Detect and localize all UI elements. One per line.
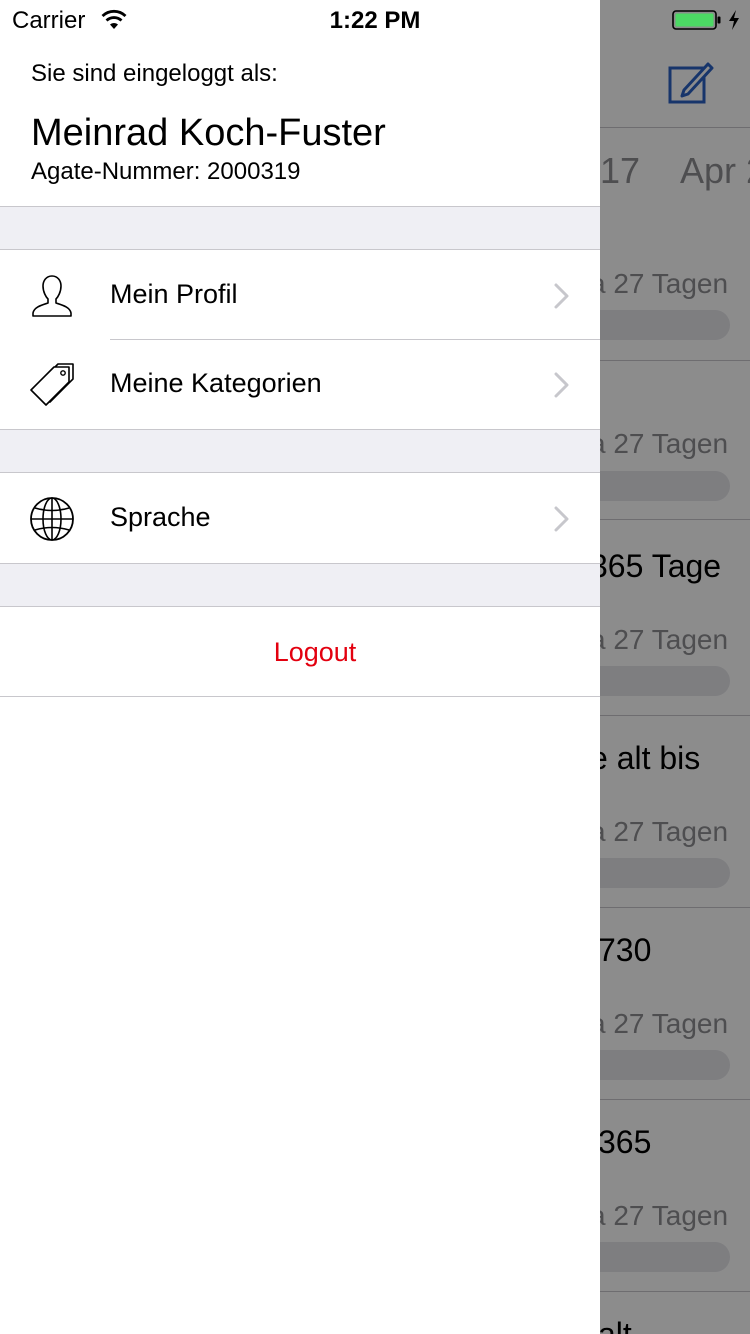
menu-item-categories[interactable]: Meine Kategorien	[0, 340, 600, 429]
logout-button[interactable]: Logout	[0, 607, 600, 697]
agate-number: Agate-Nummer: 2000319	[31, 158, 301, 185]
menu-item-profile[interactable]: Mein Profil	[0, 251, 600, 340]
menu-item-label: Mein Profil	[110, 279, 238, 309]
menu-item-label: Meine Kategorien	[110, 368, 322, 398]
person-icon	[32, 275, 72, 317]
menu-item-language[interactable]: Sprache	[0, 474, 600, 563]
section-separator	[0, 563, 600, 607]
logout-label: Logout	[273, 637, 357, 667]
chevron-right-icon	[554, 283, 569, 309]
tags-icon	[30, 363, 74, 406]
status-time: 1:22 PM	[329, 7, 421, 34]
menu-item-label: Sprache	[110, 502, 211, 532]
chevron-right-icon	[554, 372, 569, 398]
side-drawer: Sie sind eingeloggt als: Meinrad Koch-Fu…	[0, 0, 600, 1334]
logged-in-label: Sie sind eingeloggt als:	[31, 60, 278, 87]
globe-icon	[30, 497, 74, 541]
section-separator	[0, 206, 600, 250]
status-bar: Carrier 1:22 PM	[0, 0, 750, 40]
user-name: Meinrad Koch-Fuster	[31, 112, 386, 154]
charging-bolt-icon	[729, 10, 739, 30]
section-separator	[0, 429, 600, 473]
chevron-right-icon	[554, 506, 569, 532]
battery-icon	[672, 10, 721, 30]
